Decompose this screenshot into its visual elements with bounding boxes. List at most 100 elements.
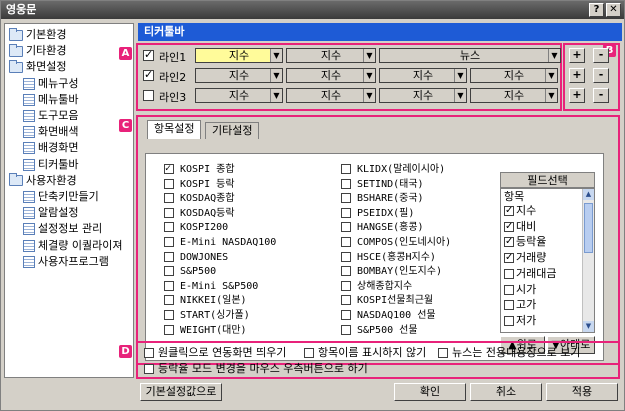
ticker-item-checkbox[interactable]: BOMBAY(인도지수)	[341, 265, 442, 279]
tree-item[interactable]: 사용자프로그램	[23, 254, 109, 270]
checkbox[interactable]	[164, 207, 174, 218]
checkbox[interactable]	[164, 310, 174, 320]
ticker-item-checkbox[interactable]: KOSPI 등락	[164, 178, 235, 192]
checkbox[interactable]	[304, 348, 314, 358]
checkbox[interactable]	[341, 251, 351, 262]
option-checkbox[interactable]: 항목이름 표시하지 않기	[304, 346, 426, 360]
ticker-item-checkbox[interactable]: E-Mini S&P500	[164, 280, 258, 294]
remove-line-button[interactable]: -	[593, 88, 609, 103]
tree-item[interactable]: 사용자환경	[9, 173, 77, 189]
checkbox[interactable]	[341, 178, 351, 189]
checkbox[interactable]	[144, 348, 154, 358]
field-item-checkbox[interactable]: 저가	[504, 314, 536, 327]
settings-tree[interactable]: 기본환경 기타환경 화면설정 메뉴구성 메뉴툴바 도구모음 화면배색 배경화면 티커툴바 사용자환…	[4, 23, 134, 378]
checkbox[interactable]	[164, 193, 174, 204]
checkbox[interactable]	[504, 284, 514, 295]
option-checkbox[interactable]: 뉴스는 전용내용창으로 보기	[438, 346, 580, 360]
field-item-checkbox[interactable]: 고가	[504, 298, 536, 311]
ticker-item-checkbox[interactable]: KOSDAQ종합	[164, 192, 235, 206]
ticker-item-checkbox[interactable]: DOWJONES	[164, 251, 228, 265]
checkbox[interactable]	[504, 300, 514, 311]
field-item-checkbox[interactable]: 등락율	[504, 235, 546, 248]
tree-item[interactable]: 메뉴구성	[23, 76, 78, 92]
line-field-dropdown[interactable]: 지수 ▼	[379, 88, 467, 103]
line-field-dropdown[interactable]: 뉴스 ▼	[379, 48, 561, 63]
checkbox[interactable]	[504, 204, 514, 217]
checkbox[interactable]	[504, 220, 514, 233]
scroll-up-icon[interactable]: ▲	[583, 189, 594, 200]
checkbox[interactable]	[164, 295, 174, 306]
add-line-button[interactable]: +	[569, 68, 585, 83]
checkbox[interactable]	[341, 222, 351, 233]
checkbox[interactable]	[164, 222, 174, 233]
ticker-item-checkbox[interactable]: HANGSE(홍콩)	[341, 221, 424, 235]
ticker-item-checkbox[interactable]: KOSPI200	[164, 221, 228, 235]
ticker-item-checkbox[interactable]: START(싱가폴)	[164, 309, 250, 323]
ticker-item-checkbox[interactable]: KLIDX(말레이시아)	[341, 163, 445, 177]
ticker-item-checkbox[interactable]: S&P500 선물	[341, 324, 418, 338]
tree-item[interactable]: 도구모음	[23, 108, 78, 124]
option-checkbox[interactable]: 원클릭으로 연동화면 띄우기	[144, 346, 286, 360]
tree-item[interactable]: 메뉴툴바	[23, 92, 78, 108]
ticker-item-checkbox[interactable]: S&P500	[164, 265, 216, 279]
tree-item[interactable]: 기본환경	[9, 27, 66, 43]
tree-item[interactable]: 알람설정	[23, 205, 78, 221]
field-item-checkbox[interactable]: 거래대금	[504, 267, 556, 280]
tree-item[interactable]: 화면설정	[9, 59, 66, 75]
checkbox[interactable]	[341, 164, 351, 174]
ticker-item-checkbox[interactable]: KOSPI 종합	[164, 162, 235, 177]
line-checkbox[interactable]	[143, 48, 154, 61]
ticker-item-checkbox[interactable]: BSHARE(중국)	[341, 192, 424, 206]
checkbox[interactable]	[504, 315, 514, 326]
option-checkbox[interactable]: 등락율 모드 변경을 마우스 우측버튼으로 하기	[144, 362, 368, 376]
checkbox[interactable]	[164, 237, 174, 247]
checkbox[interactable]	[341, 207, 351, 218]
checkbox[interactable]	[341, 266, 351, 277]
scroll-down-icon[interactable]: ▼	[583, 321, 594, 332]
checkbox[interactable]	[164, 280, 174, 291]
ticker-item-checkbox[interactable]: COMPOS(인도네시아)	[341, 236, 451, 250]
line-field-dropdown[interactable]: 지수 ▼	[286, 88, 376, 103]
checkbox[interactable]	[341, 280, 351, 291]
checkbox[interactable]	[341, 295, 351, 306]
checkbox[interactable]	[341, 310, 351, 320]
ticker-item-checkbox[interactable]: KOSPI선물최근월	[341, 294, 433, 308]
ticker-item-checkbox[interactable]: NIKKEI(일본)	[164, 294, 247, 308]
remove-line-button[interactable]: -	[593, 68, 609, 83]
tree-item[interactable]: 기타환경	[9, 43, 66, 59]
line-field-dropdown[interactable]: 지수 ▼	[195, 68, 283, 83]
tree-item[interactable]: 티커툴바	[23, 157, 78, 173]
ticker-item-checkbox[interactable]: HSCE(홍콩H지수)	[341, 251, 436, 265]
line-field-dropdown[interactable]: 지수 ▼	[195, 48, 283, 63]
checkbox[interactable]	[164, 266, 174, 277]
apply-button[interactable]: 적용	[546, 383, 618, 401]
ticker-item-checkbox[interactable]: WEIGHT(대만)	[164, 324, 247, 338]
field-item-checkbox[interactable]: 시가	[504, 283, 536, 296]
field-item-checkbox[interactable]: 거래량	[504, 251, 546, 264]
tree-item[interactable]: 화면배색	[23, 124, 78, 140]
field-item-checkbox[interactable]: 대비	[504, 220, 536, 233]
tab-other-settings[interactable]: 기타설정	[205, 122, 260, 139]
ticker-item-checkbox[interactable]: PSEIDX(필)	[341, 207, 414, 221]
ticker-item-checkbox[interactable]: 상해종합지수	[341, 280, 412, 294]
checkbox[interactable]	[164, 178, 174, 189]
checkbox[interactable]	[144, 364, 154, 374]
line-checkbox[interactable]	[143, 90, 154, 101]
defaults-button[interactable]: 기본설정값으로	[140, 383, 222, 401]
field-list-scrollbar[interactable]: ▲ ▼	[582, 189, 594, 332]
checkbox[interactable]	[504, 268, 514, 279]
ok-button[interactable]: 확인	[394, 383, 466, 401]
scroll-thumb[interactable]	[584, 203, 593, 253]
checkbox[interactable]	[341, 193, 351, 204]
line-field-dropdown[interactable]: 지수 ▼	[470, 68, 558, 83]
line-checkbox[interactable]	[143, 68, 154, 81]
tree-item[interactable]: 설정정보 관리	[23, 221, 102, 237]
line-field-dropdown[interactable]: 지수 ▼	[286, 48, 376, 63]
checkbox[interactable]	[504, 251, 514, 264]
ticker-item-checkbox[interactable]: NASDAQ100 선물	[341, 309, 436, 323]
add-line-button[interactable]: +	[569, 48, 585, 63]
line-field-dropdown[interactable]: 지수 ▼	[286, 68, 376, 83]
remove-line-button[interactable]: -	[593, 48, 609, 63]
tree-item[interactable]: 단축키만들기	[23, 189, 99, 205]
tab-item-settings[interactable]: 항목설정	[147, 120, 202, 139]
